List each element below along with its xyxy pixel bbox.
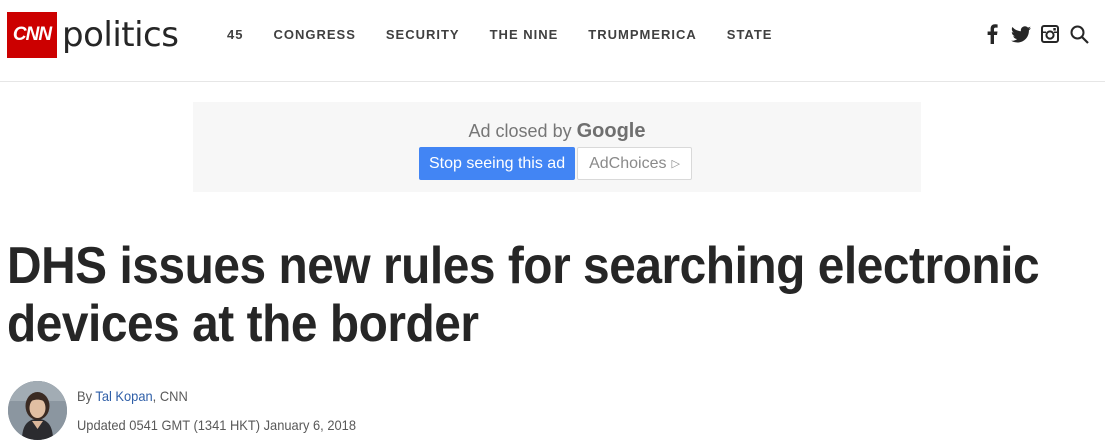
nav-item-trumpmerica[interactable]: TRUMPMERICA [588, 27, 697, 42]
headline-line-2: devices at the border [7, 295, 479, 353]
byline-suffix: , CNN [152, 388, 188, 404]
section-name: politics [62, 15, 179, 55]
ad-slot: Ad closed by Google Stop seeing this ad … [193, 102, 921, 192]
ad-closed-prefix: Ad closed by [468, 121, 577, 141]
article-headline: DHS issues new rules for searching elect… [7, 237, 1040, 353]
instagram-icon[interactable] [1038, 22, 1062, 46]
ad-closed-text: Ad closed by Google [193, 120, 921, 143]
twitter-icon[interactable] [1009, 22, 1033, 46]
social-links [975, 22, 1091, 46]
headline-line-1: DHS issues new rules for searching elect… [7, 237, 1040, 295]
byline: By Tal Kopan, CNN [77, 388, 188, 404]
byline-prefix: By [77, 388, 96, 404]
cnn-politics-logo[interactable]: CNN politics [7, 12, 179, 58]
nav-item-security[interactable]: SECURITY [386, 27, 460, 42]
search-icon[interactable] [1067, 22, 1091, 46]
adchoices-icon: ▷ [671, 158, 680, 170]
nav-item-45[interactable]: 45 [227, 27, 243, 42]
updated-timestamp: Updated 0541 GMT (1341 HKT) January 6, 2… [77, 417, 356, 433]
main-nav: 45 CONGRESS SECURITY THE NINE TRUMPMERIC… [212, 24, 787, 44]
adchoices-label: AdChoices [589, 154, 667, 172]
stop-seeing-ad-button[interactable]: Stop seeing this ad [419, 147, 576, 180]
author-avatar[interactable] [8, 381, 67, 440]
author-link[interactable]: Tal Kopan [95, 388, 152, 404]
google-wordmark: Google [576, 120, 646, 142]
nav-item-state[interactable]: STATE [727, 27, 773, 42]
nav-item-the-nine[interactable]: THE NINE [490, 27, 559, 42]
ad-buttons: Stop seeing this ad AdChoices ▷ [419, 147, 692, 180]
site-header: CNN politics 45 CONGRESS SECURITY THE NI… [0, 0, 1105, 82]
cnn-logo-box: CNN [7, 12, 57, 58]
adchoices-button[interactable]: AdChoices ▷ [577, 147, 692, 180]
facebook-icon[interactable] [980, 22, 1004, 46]
nav-item-congress[interactable]: CONGRESS [273, 27, 355, 42]
